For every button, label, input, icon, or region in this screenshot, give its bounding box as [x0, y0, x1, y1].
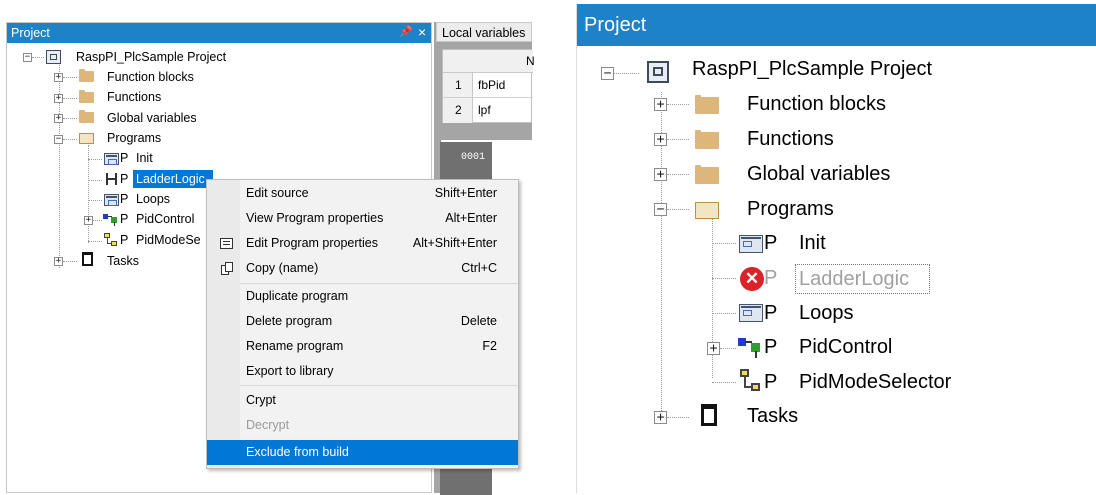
- program-ladderlogic-excluded[interactable]: LadderLogic: [795, 264, 930, 294]
- left-screenshot: Project 📌 × − RaspPI_PlcSample Project +…: [0, 0, 535, 495]
- error-icon: ✕: [740, 267, 764, 291]
- menu-edit-program-properties[interactable]: Edit Program properties Alt+Shift+Enter: [207, 231, 518, 256]
- program-prefix-letter: P: [120, 172, 129, 186]
- program-loops[interactable]: Loops: [136, 192, 170, 206]
- menu-duplicate-program[interactable]: Duplicate program: [207, 284, 518, 309]
- grid-row-number: 1: [455, 78, 462, 92]
- project-root-label[interactable]: RaspPI_PlcSample Project: [76, 50, 226, 64]
- menu-separator: [240, 385, 518, 386]
- program-icon: [104, 153, 119, 165]
- right-panel-titlebar[interactable]: Project: [577, 4, 1096, 46]
- tree-item-tasks[interactable]: Tasks: [107, 254, 139, 268]
- program-init[interactable]: Init: [799, 232, 826, 255]
- folder-icon: [695, 130, 719, 149]
- sfc-program-icon: [103, 213, 119, 226]
- menu-edit-source[interactable]: Edit source Shift+Enter: [207, 181, 518, 206]
- menu-exclude-from-build[interactable]: Exclude from build: [207, 440, 518, 465]
- expand-functions-icon[interactable]: +: [654, 133, 667, 146]
- folder-icon: [695, 95, 719, 114]
- folder-icon: [695, 165, 719, 184]
- folder-icon: [79, 110, 94, 123]
- program-ladderlogic-label: LadderLogic: [799, 268, 910, 290]
- fbd-program-icon: [103, 233, 119, 247]
- program-init[interactable]: Init: [136, 151, 153, 165]
- expand-function-blocks-icon[interactable]: +: [654, 98, 667, 111]
- program-icon: [104, 194, 119, 206]
- expand-tasks-icon[interactable]: +: [654, 411, 667, 424]
- rung-number: 0001: [461, 152, 486, 163]
- folder-icon: [79, 90, 94, 103]
- grid-row-number: 2: [455, 103, 462, 117]
- copy-icon: [221, 262, 234, 276]
- root-collapse-icon[interactable]: −: [601, 67, 614, 80]
- project-root-icon: [647, 61, 669, 83]
- grid-cell-name[interactable]: fbPid: [478, 78, 505, 92]
- collapse-programs-icon[interactable]: −: [654, 203, 667, 216]
- program-prefix-letter: P: [120, 233, 129, 247]
- program-icon: [739, 235, 763, 253]
- tree-item-function-blocks[interactable]: Function blocks: [747, 93, 886, 116]
- project-root-label[interactable]: RaspPI_PlcSample Project: [692, 58, 932, 81]
- local-variables-tab[interactable]: Local variables: [436, 22, 532, 42]
- menu-copy-name[interactable]: Copy (name) Ctrl+C: [207, 256, 518, 281]
- program-ladderlogic-selected[interactable]: LadderLogic: [133, 170, 213, 188]
- program-loops[interactable]: Loops: [799, 302, 854, 325]
- sfc-program-icon: [738, 336, 763, 358]
- program-prefix-letter: P: [764, 267, 778, 289]
- folder-icon: [79, 69, 94, 82]
- tree-item-functions[interactable]: Functions: [747, 128, 834, 151]
- folder-open-icon: [79, 133, 94, 144]
- tree-item-tasks[interactable]: Tasks: [747, 405, 798, 428]
- program-prefix-letter: P: [764, 371, 778, 393]
- expand-functions-icon[interactable]: +: [54, 94, 63, 103]
- tree-item-global-variables[interactable]: Global variables: [747, 163, 890, 186]
- program-ladderlogic-label: LadderLogic: [136, 172, 205, 186]
- program-pidcontrol[interactable]: PidControl: [136, 212, 194, 226]
- program-pidmodeselector[interactable]: PidModeSe: [136, 233, 201, 247]
- right-screenshot: Project − RaspPI_PlcSample Project + Fun…: [576, 4, 1096, 493]
- tree-item-programs[interactable]: Programs: [107, 131, 161, 145]
- program-prefix-letter: P: [764, 302, 778, 324]
- tree-item-functions[interactable]: Functions: [107, 90, 161, 104]
- right-panel-title: Project: [584, 14, 647, 36]
- collapse-programs-icon[interactable]: −: [54, 135, 63, 144]
- program-prefix-letter: P: [764, 336, 778, 358]
- program-prefix-letter: P: [120, 212, 129, 226]
- grid-header-fragment: N: [526, 54, 535, 68]
- expand-function-blocks-icon[interactable]: +: [54, 73, 63, 82]
- root-collapse-icon[interactable]: −: [23, 53, 32, 62]
- properties-icon: [220, 238, 233, 249]
- tree-item-global-variables[interactable]: Global variables: [107, 111, 197, 125]
- local-variables-tab-title: Local variables: [442, 26, 526, 40]
- tasks-icon: [82, 252, 93, 266]
- program-prefix-letter: P: [764, 232, 778, 254]
- right-tree: − RaspPI_PlcSample Project + Function bl…: [577, 46, 1096, 493]
- grid-cell-name[interactable]: lpf: [478, 103, 491, 117]
- menu-view-program-properties[interactable]: View Program properties Alt+Enter: [207, 206, 518, 231]
- program-pidcontrol[interactable]: PidControl: [799, 336, 892, 359]
- ladder-program-icon: [104, 173, 119, 185]
- menu-crypt[interactable]: Crypt: [207, 388, 518, 413]
- tree-item-programs[interactable]: Programs: [747, 198, 834, 221]
- fbd-program-icon: [738, 369, 763, 393]
- expand-global-variables-icon[interactable]: +: [654, 168, 667, 181]
- expand-pidcontrol-icon[interactable]: +: [707, 342, 720, 355]
- program-icon: [739, 304, 763, 322]
- folder-open-icon: [695, 202, 719, 219]
- expand-pidcontrol-icon[interactable]: +: [84, 216, 93, 225]
- local-variables-grid: N 1 fbPid 2 lpf: [442, 49, 535, 123]
- menu-export-to-library[interactable]: Export to library: [207, 359, 518, 384]
- tasks-icon: [701, 404, 717, 426]
- menu-delete-program[interactable]: Delete program Delete: [207, 309, 518, 334]
- project-root-icon: [46, 50, 61, 64]
- menu-decrypt[interactable]: Decrypt: [207, 413, 518, 438]
- program-pidmodeselector[interactable]: PidModeSelector: [799, 371, 951, 394]
- program-prefix-letter: P: [120, 192, 129, 206]
- program-prefix-letter: P: [120, 151, 129, 165]
- tree-item-function-blocks[interactable]: Function blocks: [107, 70, 194, 84]
- expand-tasks-icon[interactable]: +: [54, 257, 63, 266]
- expand-global-variables-icon[interactable]: +: [54, 114, 63, 123]
- menu-rename-program[interactable]: Rename program F2: [207, 334, 518, 359]
